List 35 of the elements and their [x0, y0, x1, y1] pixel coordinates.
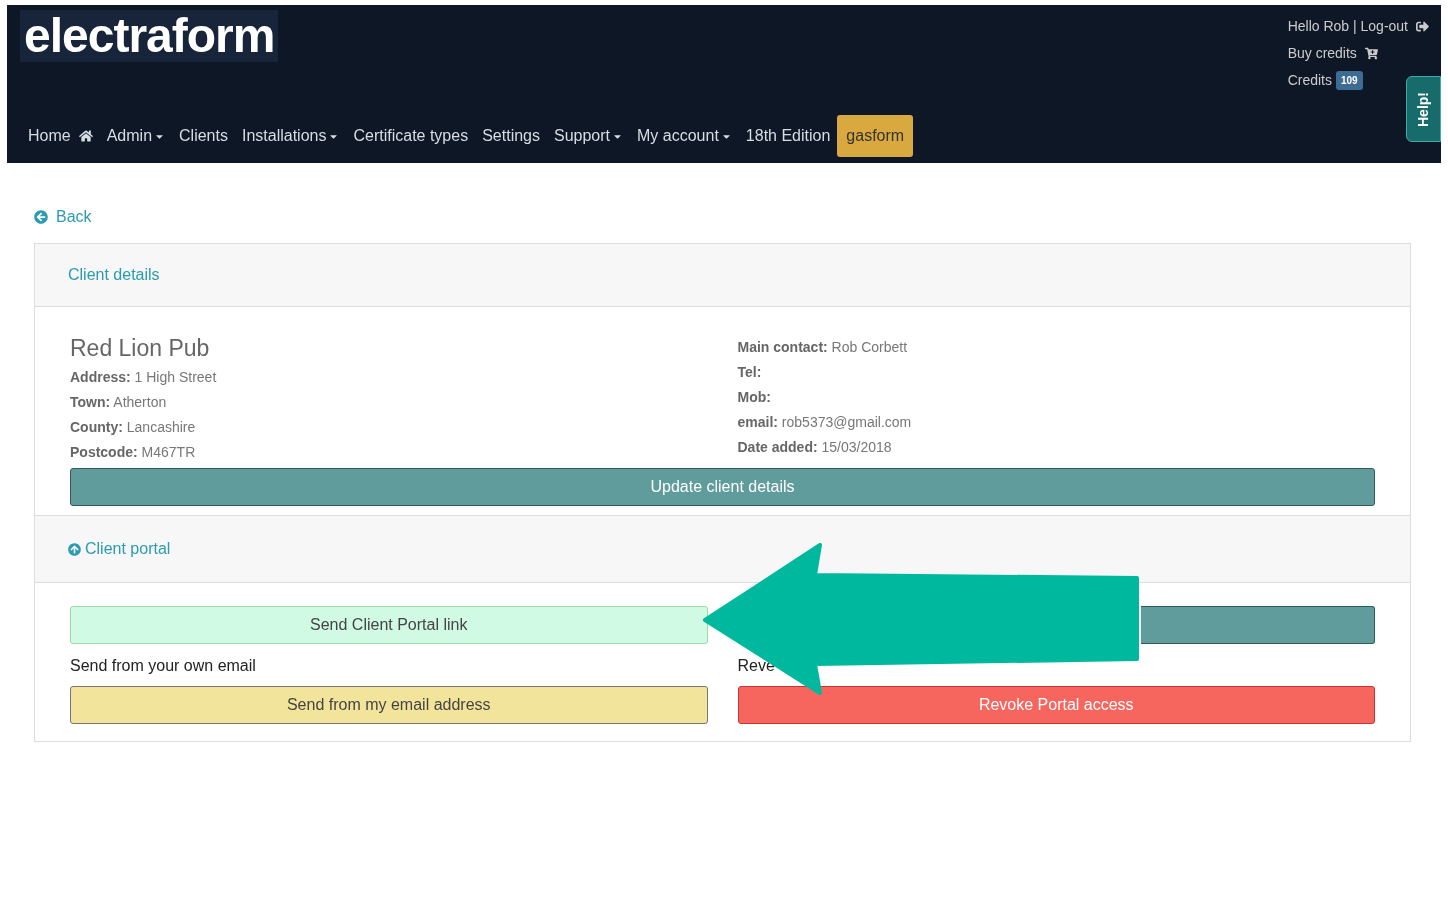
buy-credits-link[interactable]: Buy credits — [1287, 43, 1357, 64]
nav-item[interactable]: Admin — [99, 115, 173, 157]
portal-button[interactable] — [1141, 606, 1375, 644]
nav-item[interactable]: gasform — [837, 115, 914, 157]
credits-badge: 109 — [1336, 71, 1363, 90]
nav-item[interactable]: My account — [630, 115, 739, 157]
detail-line: County: Lancashire — [70, 418, 197, 437]
detail-line: Date added: 15/03/2018 — [737, 438, 893, 457]
detail-line: Tel: — [737, 363, 763, 382]
home-icon — [78, 129, 93, 143]
detail-line: Mob: — [737, 388, 772, 407]
nav-item[interactable]: Certificate types — [346, 115, 476, 157]
up-arrow-icon — [68, 542, 81, 556]
credits-label: Credits — [1287, 71, 1332, 90]
send-portal-link-button[interactable]: Send Client Portal link — [70, 606, 708, 644]
nav-item[interactable]: Home — [21, 115, 100, 157]
help-tab[interactable]: Help! — [1406, 76, 1441, 142]
cart-icon — [1364, 47, 1378, 60]
nav-item[interactable]: Settings — [475, 115, 547, 157]
detail-line: email: rob5373@gmail.com — [737, 413, 913, 432]
client-name: Red Lion Pub — [70, 334, 211, 363]
nav-item[interactable]: Support — [547, 115, 631, 157]
send-from-email-button[interactable]: Send from my email address — [70, 686, 708, 724]
detail-line: Address: 1 High Street — [70, 368, 218, 387]
detail-line: Postcode: M467TR — [70, 443, 197, 462]
logo[interactable]: electraform — [20, 10, 279, 62]
own-email-label: Send from your own email — [70, 656, 257, 676]
detail-line: Main contact: Rob Corbett — [737, 338, 909, 357]
logout-icon — [1416, 20, 1429, 33]
greeting-link[interactable]: Hello Rob | Log-out — [1287, 16, 1408, 37]
nav-item[interactable]: Clients — [172, 115, 235, 157]
detail-line: Town: Atherton — [70, 393, 168, 412]
back-arrow-icon — [34, 210, 48, 224]
nav-item[interactable]: Installations — [234, 115, 347, 157]
nav-item[interactable]: 18th Edition — [738, 115, 838, 157]
